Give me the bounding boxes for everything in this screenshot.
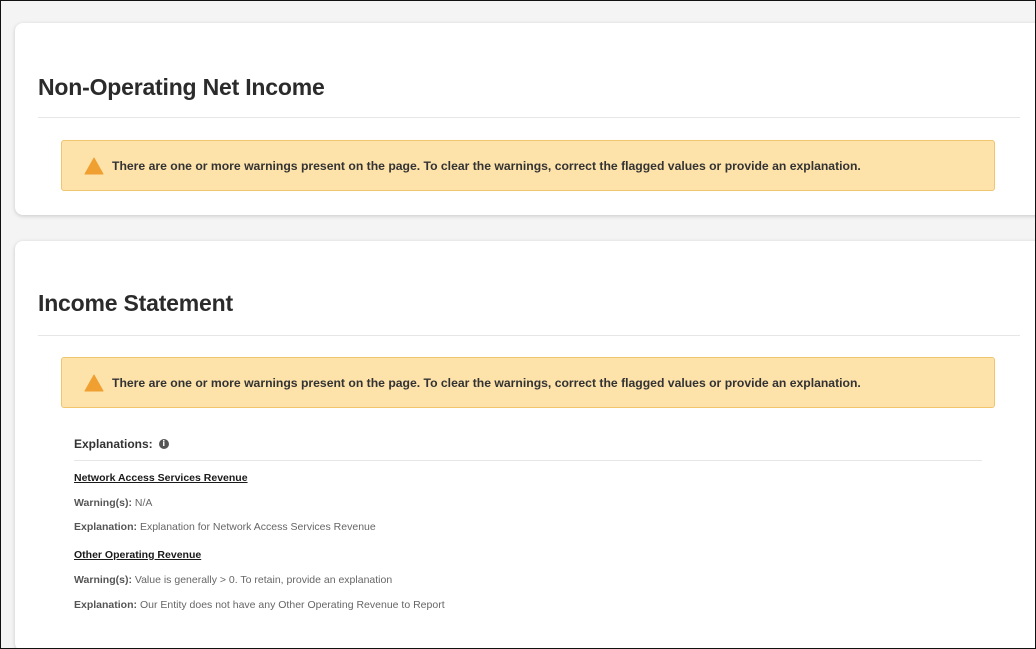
warning-triangle-icon [84, 374, 104, 391]
explanation-item-name: Other Operating Revenue [74, 549, 201, 561]
section-title: Income Statement [38, 290, 233, 316]
explanation-label: Explanation: [74, 521, 138, 533]
explanations-header: Explanations: i [74, 437, 169, 451]
warning-triangle-icon [84, 157, 104, 174]
page-frame: Non-Operating Net Income There are one o… [0, 0, 1036, 649]
section-divider [38, 117, 1020, 118]
explanations-label: Explanations: [74, 437, 153, 451]
explanation-text-line: Explanation: Our Entity does not have an… [74, 599, 445, 611]
explanation-warning-line: Warning(s): N/A [74, 497, 152, 509]
explanations-divider [74, 460, 982, 461]
explanation-text-line: Explanation: Explanation for Network Acc… [74, 521, 376, 533]
explanation-value: Explanation for Network Access Services … [139, 521, 376, 533]
warning-value: Value is generally > 0. To retain, provi… [134, 574, 393, 586]
info-circle-icon[interactable]: i [158, 439, 169, 449]
explanation-item-name: Network Access Services Revenue [74, 472, 248, 484]
warning-alert: There are one or more warnings present o… [61, 357, 995, 408]
warning-alert-text: There are one or more warnings present o… [112, 375, 861, 390]
warning-alert: There are one or more warnings present o… [61, 140, 995, 191]
income-statement-card: Income Statement There are one or more w… [15, 241, 1035, 648]
section-divider [38, 335, 1020, 336]
other-operating-revenue-link[interactable]: Other Operating Revenue [74, 549, 201, 561]
explanation-warning-line: Warning(s): Value is generally > 0. To r… [74, 574, 392, 586]
warning-label: Warning(s): [74, 497, 132, 509]
section-title: Non-Operating Net Income [38, 74, 325, 100]
non-operating-net-income-card: Non-Operating Net Income There are one o… [15, 23, 1035, 215]
explanation-label: Explanation: [74, 599, 138, 611]
explanation-value: Our Entity does not have any Other Opera… [139, 599, 445, 611]
warning-label: Warning(s): [74, 574, 132, 586]
warning-alert-text: There are one or more warnings present o… [112, 158, 861, 173]
network-access-services-revenue-link[interactable]: Network Access Services Revenue [74, 472, 248, 484]
warning-value: N/A [134, 497, 153, 509]
